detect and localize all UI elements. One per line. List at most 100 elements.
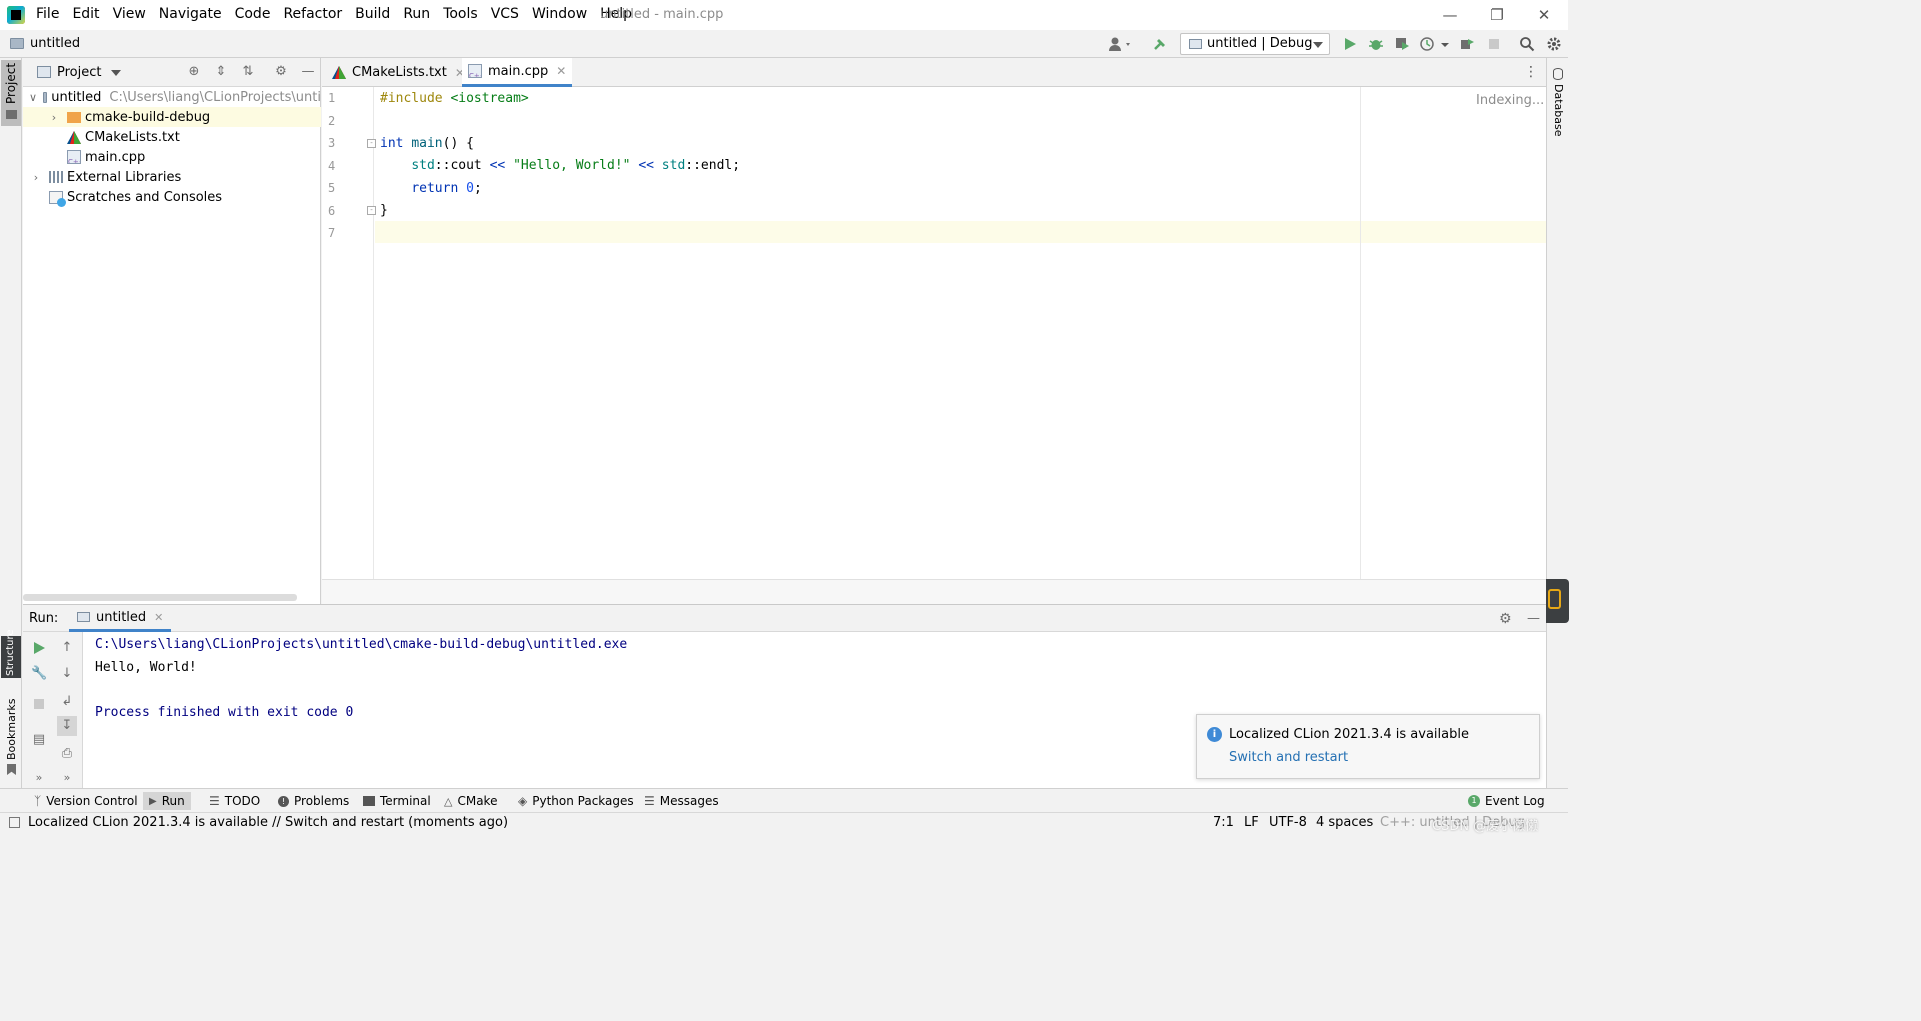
stop-icon[interactable] bbox=[1486, 36, 1502, 52]
build-hammer-icon[interactable] bbox=[1152, 36, 1168, 52]
run-settings-gear-icon[interactable]: ⚙ bbox=[1499, 611, 1512, 627]
menu-navigate[interactable]: Navigate bbox=[159, 6, 222, 22]
tree-item-cmakelists[interactable]: CMakeLists.txt bbox=[23, 127, 321, 147]
right-margin-guide bbox=[1360, 87, 1361, 579]
fold-marker-icon[interactable]: - bbox=[367, 139, 376, 148]
close-window-button[interactable]: ✕ bbox=[1532, 4, 1556, 26]
expand-all-icon[interactable]: ⇕ bbox=[214, 65, 228, 79]
collapse-all-icon[interactable]: ⇅ bbox=[241, 65, 255, 79]
menu-file[interactable]: File bbox=[36, 6, 59, 22]
scroll-down-arrow-icon[interactable]: ↓ bbox=[59, 666, 75, 682]
more-left-icon[interactable]: » bbox=[31, 770, 47, 786]
run-configuration-select[interactable]: untitled | Debug bbox=[1180, 33, 1330, 55]
database-tool-tab[interactable]: Database bbox=[1548, 64, 1568, 137]
soft-wrap-icon[interactable]: ↲ bbox=[59, 694, 75, 710]
line-separator[interactable]: LF bbox=[1244, 815, 1259, 830]
hide-panel-icon[interactable]: — bbox=[301, 65, 315, 79]
fold-marker-icon[interactable]: - bbox=[367, 206, 376, 215]
structure-tool-tab[interactable]: Structure bbox=[1, 629, 21, 678]
tab-messages[interactable]: ☰ Messages bbox=[638, 792, 725, 810]
menu-window[interactable]: Window bbox=[532, 6, 587, 22]
view-dropdown-chevron-icon[interactable] bbox=[111, 70, 121, 76]
rerun-icon[interactable] bbox=[31, 640, 47, 656]
debug-icon[interactable] bbox=[1368, 36, 1384, 52]
project-folder-icon bbox=[10, 38, 24, 49]
more-right-icon[interactable]: » bbox=[59, 770, 75, 786]
profiler-icon[interactable] bbox=[1420, 36, 1436, 52]
tab-label: TODO bbox=[224, 794, 261, 808]
code-editor: CMakeLists.txt ✕ C++ main.cpp ✕ ⋮ 1 2 3 … bbox=[322, 58, 1546, 604]
panel-settings-gear-icon[interactable]: ⚙ bbox=[274, 65, 288, 79]
plugin-icon bbox=[1548, 589, 1561, 609]
expanded-chevron-icon[interactable]: ∨ bbox=[29, 91, 37, 104]
status-toggle-icon[interactable] bbox=[9, 817, 20, 828]
tab-cmakelists[interactable]: CMakeLists.txt ✕ bbox=[326, 58, 471, 87]
scroll-up-arrow-icon[interactable]: ↑ bbox=[59, 640, 75, 656]
editor-horizontal-scrollbar[interactable] bbox=[322, 579, 1546, 604]
tab-label: Terminal bbox=[380, 794, 431, 808]
switch-and-restart-link[interactable]: Switch and restart bbox=[1229, 750, 1348, 765]
project-view-title[interactable]: Project bbox=[57, 65, 101, 80]
restore-button[interactable]: ❐ bbox=[1485, 4, 1509, 26]
menu-tools[interactable]: Tools bbox=[443, 6, 478, 22]
breadcrumb[interactable]: untitled bbox=[10, 36, 80, 51]
run-panel-header: Run: untitled ✕ ⚙ — bbox=[23, 605, 1546, 632]
menu-edit[interactable]: Edit bbox=[72, 6, 99, 22]
wrench-icon[interactable]: 🔧 bbox=[31, 666, 47, 682]
chevron-down-icon bbox=[1313, 42, 1323, 48]
tab-cmake[interactable]: △ CMake bbox=[438, 792, 503, 810]
project-tool-tab[interactable]: Project bbox=[1, 60, 21, 126]
run-tab-label: untitled bbox=[96, 609, 147, 625]
tab-terminal[interactable]: Terminal bbox=[357, 792, 437, 810]
menu-build[interactable]: Build bbox=[355, 6, 390, 22]
project-horizontal-scrollbar[interactable] bbox=[23, 594, 297, 601]
tab-todo[interactable]: ☰ TODO bbox=[203, 792, 266, 810]
collapsed-chevron-icon[interactable]: › bbox=[47, 111, 61, 124]
menu-view[interactable]: View bbox=[113, 6, 146, 22]
menu-code[interactable]: Code bbox=[235, 6, 271, 22]
layout-icon[interactable]: ▤ bbox=[31, 732, 47, 748]
more-run-options-chevron-icon[interactable] bbox=[1440, 36, 1450, 52]
locate-file-icon[interactable]: ⊕ bbox=[187, 65, 201, 79]
event-log-button[interactable]: 1 Event Log bbox=[1462, 792, 1551, 810]
run-icon[interactable] bbox=[1342, 36, 1358, 52]
run-tab-untitled[interactable]: untitled ✕ bbox=[69, 605, 172, 632]
caret-position[interactable]: 7:1 bbox=[1213, 815, 1234, 830]
file-encoding[interactable]: UTF-8 bbox=[1269, 815, 1307, 830]
stop-icon[interactable] bbox=[31, 698, 47, 714]
tab-label: Version Control bbox=[46, 794, 138, 808]
tab-python-packages[interactable]: ◈ Python Packages bbox=[512, 792, 640, 810]
account-icon[interactable] bbox=[1108, 36, 1134, 52]
print-icon[interactable]: ⎙ bbox=[59, 746, 75, 762]
indent-setting[interactable]: 4 spaces bbox=[1316, 815, 1373, 830]
tab-options-kebab-icon[interactable]: ⋮ bbox=[1524, 64, 1538, 80]
scroll-to-end-icon[interactable]: ↧ bbox=[57, 716, 77, 736]
tab-problems[interactable]: ! Problems bbox=[272, 792, 355, 810]
line-number-gutter: 1 2 3 4 5 6 7 - - bbox=[322, 87, 376, 579]
minimize-button[interactable]: — bbox=[1438, 4, 1462, 26]
search-icon[interactable] bbox=[1519, 36, 1535, 52]
tree-item-external-libraries[interactable]: › External Libraries bbox=[23, 167, 321, 187]
menu-vcs[interactable]: VCS bbox=[491, 6, 519, 22]
collapsed-chevron-icon[interactable]: › bbox=[29, 171, 43, 184]
tree-item-scratches[interactable]: Scratches and Consoles bbox=[23, 187, 321, 207]
breadcrumb-project[interactable]: untitled bbox=[30, 36, 80, 51]
tree-item-cmake-build-debug[interactable]: › cmake-build-debug bbox=[23, 107, 321, 127]
settings-gear-icon[interactable] bbox=[1546, 36, 1562, 52]
menu-refactor[interactable]: Refactor bbox=[283, 6, 342, 22]
tab-main-cpp[interactable]: C++ main.cpp ✕ bbox=[462, 58, 573, 87]
code-line: #include <iostream> bbox=[380, 91, 529, 106]
hide-run-panel-icon[interactable]: — bbox=[1527, 611, 1540, 626]
tab-run[interactable]: ▶ Run bbox=[143, 792, 191, 810]
libraries-icon bbox=[49, 171, 63, 183]
menu-run[interactable]: Run bbox=[403, 6, 430, 22]
tree-item-project-root[interactable]: ∨ untitled C:\Users\liang\CLionProjects\… bbox=[23, 87, 321, 107]
close-tab-icon[interactable]: ✕ bbox=[154, 611, 163, 624]
coverage-icon[interactable] bbox=[1394, 36, 1410, 52]
status-message[interactable]: Localized CLion 2021.3.4 is available //… bbox=[28, 815, 508, 830]
tab-version-control[interactable]: ᛉ Version Control bbox=[28, 792, 144, 810]
bookmarks-tool-tab[interactable]: Bookmarks bbox=[1, 698, 21, 778]
close-tab-icon[interactable]: ✕ bbox=[556, 64, 566, 78]
attach-debugger-icon[interactable] bbox=[1459, 36, 1475, 52]
tree-item-main-cpp[interactable]: C++ main.cpp bbox=[23, 147, 321, 167]
